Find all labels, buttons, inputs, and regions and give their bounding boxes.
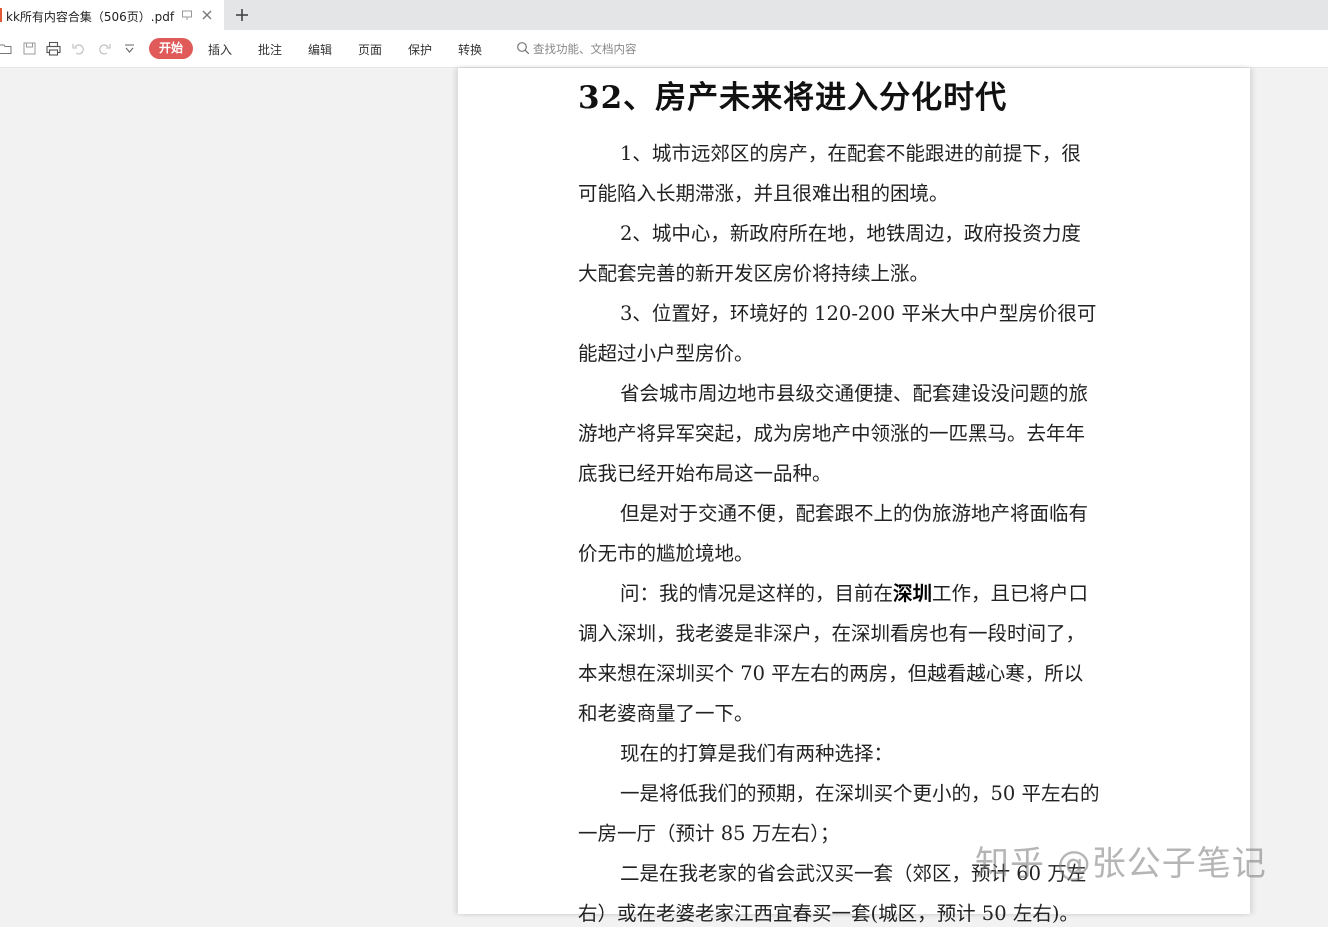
line-text-before: 问：我的情况是这样的，目前在 <box>620 582 894 605</box>
paragraph-line: 现在的打算是我们有两种选择： <box>620 742 894 765</box>
document-tab[interactable]: kk所有内容合集（506页）.pdf <box>0 0 224 30</box>
paragraph-line: 游地产将异军突起，成为房地产中领涨的一匹黑马。去年年 <box>578 422 1086 445</box>
paragraph-line: 省会城市周边地市县级交通便捷、配套建设没问题的旅 <box>620 382 1089 405</box>
paragraph-line: 价无市的尴尬境地。 <box>578 542 754 565</box>
undo-icon[interactable] <box>71 41 86 56</box>
paragraph-line: 可能陷入长期滞涨，并且很难出租的困境。 <box>578 182 949 205</box>
paragraph-line: 本来想在深圳买个 70 平左右的两房，但越看越心寒，所以 <box>578 662 1084 685</box>
paragraph-line: 底我已经开始布局这一品种。 <box>578 462 832 485</box>
page-title: 32、房产未来将进入分化时代 <box>578 80 1008 116</box>
open-folder-icon[interactable] <box>0 41 13 56</box>
paragraph-line: 一房一厅（预计 85 万左右）； <box>578 822 840 845</box>
bold-keyword: 深圳 <box>893 582 933 605</box>
paragraph-line: 和老婆商量了一下。 <box>578 702 754 725</box>
save-icon[interactable] <box>22 41 37 56</box>
paragraph-line: 3、位置好，环境好的 120-200 平米大中户型房价很可 <box>620 302 1097 325</box>
search-input[interactable]: 查找功能、文档内容 <box>533 41 637 57</box>
print-icon[interactable] <box>46 41 61 56</box>
paragraph-line: 一是将低我们的预期，在深圳买个更小的，50 平左右的 <box>620 782 1100 805</box>
quick-access-dropdown-icon[interactable] <box>122 41 137 56</box>
pin-icon[interactable] <box>181 9 193 21</box>
new-tab-icon[interactable] <box>234 7 250 23</box>
tab-bar: kk所有内容合集（506页）.pdf <box>0 0 1328 30</box>
search-icon[interactable] <box>516 41 530 55</box>
paragraph-line: 2、城中心，新政府所在地，地铁周边，政府投资力度 <box>620 222 1081 245</box>
toolbar: 开始 插入 批注 编辑 页面 保护 转换 查找功能、文档内容 <box>0 30 1328 68</box>
menu-comment[interactable]: 批注 <box>258 41 282 58</box>
menu-page[interactable]: 页面 <box>358 41 382 58</box>
zhihu-watermark: 知乎 @张公子笔记 <box>975 844 1267 884</box>
paragraph-line: 但是对于交通不便，配套跟不上的伪旅游地产将面临有 <box>620 502 1089 525</box>
menu-start-button[interactable]: 开始 <box>149 38 193 59</box>
line-text-after: 工作，且已将户口 <box>932 582 1089 605</box>
document-page: 32、房产未来将进入分化时代 1、城市远郊区的房产，在配套不能跟进的前提下，很 … <box>458 68 1250 925</box>
paragraph-line: 大配套完善的新开发区房价将持续上涨。 <box>578 262 930 285</box>
redo-icon[interactable] <box>97 41 112 56</box>
menu-edit[interactable]: 编辑 <box>308 41 332 58</box>
close-icon[interactable] <box>200 8 214 22</box>
paragraph-line: 调入深圳，我老婆是非深户，在深圳看房也有一段时间了， <box>578 622 1086 645</box>
menu-insert[interactable]: 插入 <box>208 41 232 58</box>
paragraph-line: 能超过小户型房价。 <box>578 342 754 365</box>
menu-protect[interactable]: 保护 <box>408 41 432 58</box>
tab-accent-marker <box>0 8 2 22</box>
paragraph-line-with-bold: 问：我的情况是这样的，目前在深圳工作，且已将户口 <box>620 581 1088 607</box>
paragraph-line: 1、城市远郊区的房产，在配套不能跟进的前提下，很 <box>620 142 1081 165</box>
paragraph-line: 右）或在老婆老家江西宜春买一套(城区，预计 50 左右)。 <box>578 902 1079 925</box>
menu-convert[interactable]: 转换 <box>458 41 482 58</box>
tab-title: kk所有内容合集（506页）.pdf <box>6 10 175 24</box>
